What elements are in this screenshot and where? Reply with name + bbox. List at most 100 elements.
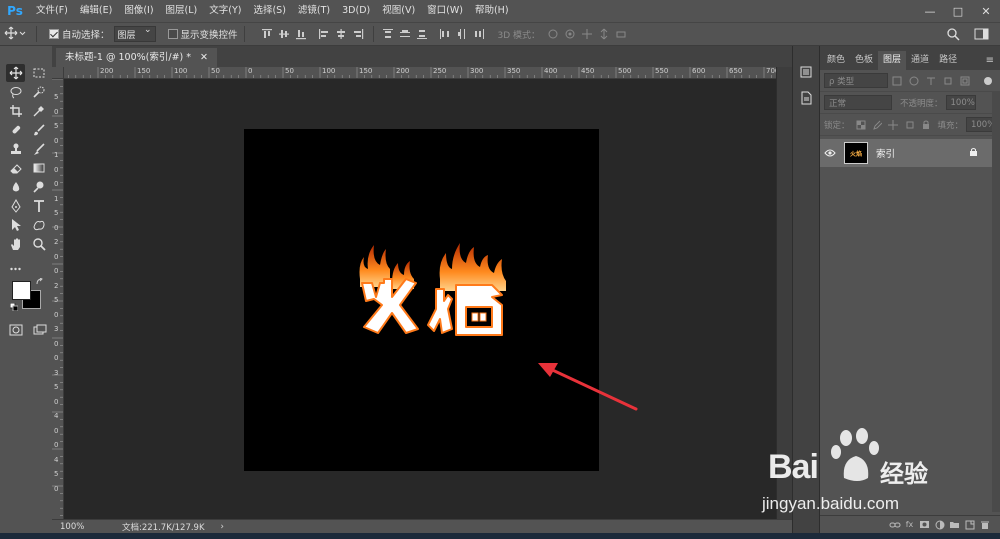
auto-select-dropdown[interactable]: 图层: [113, 25, 156, 42]
distribute-vcenter-icon[interactable]: [399, 28, 412, 40]
visibility-eye-icon[interactable]: [820, 149, 840, 157]
show-transform-checkbox[interactable]: [167, 29, 178, 39]
dodge-tool-icon[interactable]: [29, 178, 48, 196]
menu-image[interactable]: 图像(I): [118, 0, 159, 22]
layers-scrollbar[interactable]: [992, 92, 1000, 512]
lock-all-icon[interactable]: [921, 119, 931, 130]
maximize-button[interactable]: □: [944, 0, 972, 22]
search-icon[interactable]: [946, 27, 960, 44]
filter-adjustment-icon[interactable]: [908, 75, 919, 86]
screen-mode-icon[interactable]: [30, 321, 50, 339]
blend-mode-select[interactable]: 正常: [824, 95, 892, 110]
quick-mask-icon[interactable]: [6, 321, 26, 339]
tab-swatches[interactable]: 色板: [850, 51, 878, 70]
pen-tool-icon[interactable]: [6, 197, 25, 215]
new-layer-icon[interactable]: [962, 519, 977, 531]
menu-layer[interactable]: 图层(L): [160, 0, 204, 22]
distribute-hcenter-icon[interactable]: [456, 28, 469, 40]
quick-selection-tool-icon[interactable]: [29, 83, 48, 101]
path-selection-tool-icon[interactable]: [6, 216, 25, 234]
align-vcenter-icon[interactable]: [278, 28, 291, 40]
tab-paths[interactable]: 路径: [934, 51, 962, 70]
swap-colors-icon[interactable]: [36, 277, 44, 289]
hand-tool-icon[interactable]: [6, 235, 25, 253]
layer-kind-filter[interactable]: ρ 类型: [824, 73, 888, 88]
align-right-icon[interactable]: [352, 28, 365, 40]
distribute-bottom-icon[interactable]: [416, 28, 429, 40]
lasso-tool-icon[interactable]: [6, 83, 25, 101]
menu-select[interactable]: 选择(S): [247, 0, 291, 22]
delete-layer-icon[interactable]: [977, 519, 992, 531]
tab-layers[interactable]: 图层: [878, 51, 907, 70]
auto-select-checkbox[interactable]: [49, 29, 59, 39]
menu-help[interactable]: 帮助(H): [469, 0, 515, 22]
close-button[interactable]: ✕: [972, 0, 1000, 22]
filter-smart-object-icon[interactable]: [959, 75, 970, 86]
menu-type[interactable]: 文字(Y): [203, 0, 247, 22]
lock-artboard-icon[interactable]: [905, 119, 915, 130]
close-tab-icon[interactable]: ✕: [200, 52, 208, 63]
distribute-right-icon[interactable]: [473, 28, 486, 40]
filter-type-icon[interactable]: [925, 75, 936, 86]
3d-slide-icon[interactable]: [597, 28, 610, 40]
custom-shape-tool-icon[interactable]: [29, 216, 48, 234]
tab-color[interactable]: 颜色: [822, 51, 850, 70]
canvas-area[interactable]: [64, 79, 776, 519]
blur-tool-icon[interactable]: [6, 178, 25, 196]
filter-shape-icon[interactable]: [942, 75, 953, 86]
distribute-left-icon[interactable]: [439, 28, 452, 40]
brush-tool-icon[interactable]: [29, 121, 48, 139]
filter-pixel-icon[interactable]: [891, 75, 902, 86]
opacity-field[interactable]: 100%: [945, 95, 976, 110]
horizontal-ruler[interactable]: 200 150 100 50 0 50 100 150 200 250 300 350 400 450 50…: [64, 67, 776, 79]
more-tools-icon[interactable]: [6, 260, 26, 278]
lock-position-icon[interactable]: [888, 119, 899, 130]
gradient-tool-icon[interactable]: [29, 159, 48, 177]
menu-filter[interactable]: 滤镜(T): [292, 0, 336, 22]
zoom-level[interactable]: 100%: [52, 522, 88, 532]
lock-image-icon[interactable]: [872, 119, 883, 130]
document-canvas[interactable]: [244, 129, 599, 471]
panel-menu-icon[interactable]: ≡: [986, 51, 994, 70]
properties-panel-icon[interactable]: [796, 88, 816, 108]
document-tab[interactable]: 未标题-1 @ 100%(索引/#) * ✕: [56, 48, 218, 67]
align-top-icon[interactable]: [261, 28, 274, 40]
lock-transparent-icon[interactable]: [856, 119, 866, 130]
3d-roll-icon[interactable]: [563, 28, 576, 40]
minimize-button[interactable]: —: [916, 0, 944, 22]
vertical-ruler[interactable]: 5 0 5 0 1 0 0 1 5 0 2 0 0 2 5 0 3 0 0 3 5 0 4 0 0 4 5 0: [52, 79, 64, 519]
move-tool-icon[interactable]: [6, 63, 25, 82]
eyedropper-tool-icon[interactable]: [29, 102, 48, 120]
crop-tool-icon[interactable]: [6, 102, 25, 120]
marquee-tool-icon[interactable]: [29, 64, 48, 82]
3d-rotate-icon[interactable]: [546, 28, 559, 40]
default-colors-icon[interactable]: [9, 302, 19, 314]
status-menu-arrow[interactable]: ›: [221, 522, 224, 532]
ruler-corner[interactable]: [52, 67, 64, 79]
eraser-tool-icon[interactable]: [6, 159, 25, 177]
filter-toggle-icon[interactable]: [982, 75, 993, 86]
menu-edit[interactable]: 编辑(E): [74, 0, 118, 22]
align-left-icon[interactable]: [318, 28, 331, 40]
move-tool-preset-icon[interactable]: [0, 26, 30, 43]
clone-stamp-tool-icon[interactable]: [6, 140, 25, 158]
align-hcenter-icon[interactable]: [335, 28, 348, 40]
menu-3d[interactable]: 3D(D): [336, 0, 376, 22]
workspace-icon[interactable]: [974, 27, 990, 44]
layer-row[interactable]: 火焰 索引: [820, 139, 1000, 167]
align-bottom-icon[interactable]: [295, 28, 308, 40]
3d-pan-icon[interactable]: [580, 28, 593, 40]
menu-view[interactable]: 视图(V): [376, 0, 421, 22]
menu-window[interactable]: 窗口(W): [421, 0, 469, 22]
zoom-tool-icon[interactable]: [29, 235, 48, 253]
foreground-color-swatch[interactable]: [12, 281, 31, 300]
distribute-top-icon[interactable]: [382, 28, 395, 40]
type-tool-icon[interactable]: [29, 197, 48, 215]
healing-brush-tool-icon[interactable]: [6, 121, 25, 139]
menu-file[interactable]: 文件(F): [30, 0, 74, 22]
tab-channels[interactable]: 通道: [906, 51, 934, 70]
history-brush-tool-icon[interactable]: [29, 140, 48, 158]
3d-scale-icon[interactable]: [614, 28, 627, 40]
layer-name[interactable]: 索引: [876, 146, 895, 160]
history-panel-icon[interactable]: [796, 62, 816, 82]
